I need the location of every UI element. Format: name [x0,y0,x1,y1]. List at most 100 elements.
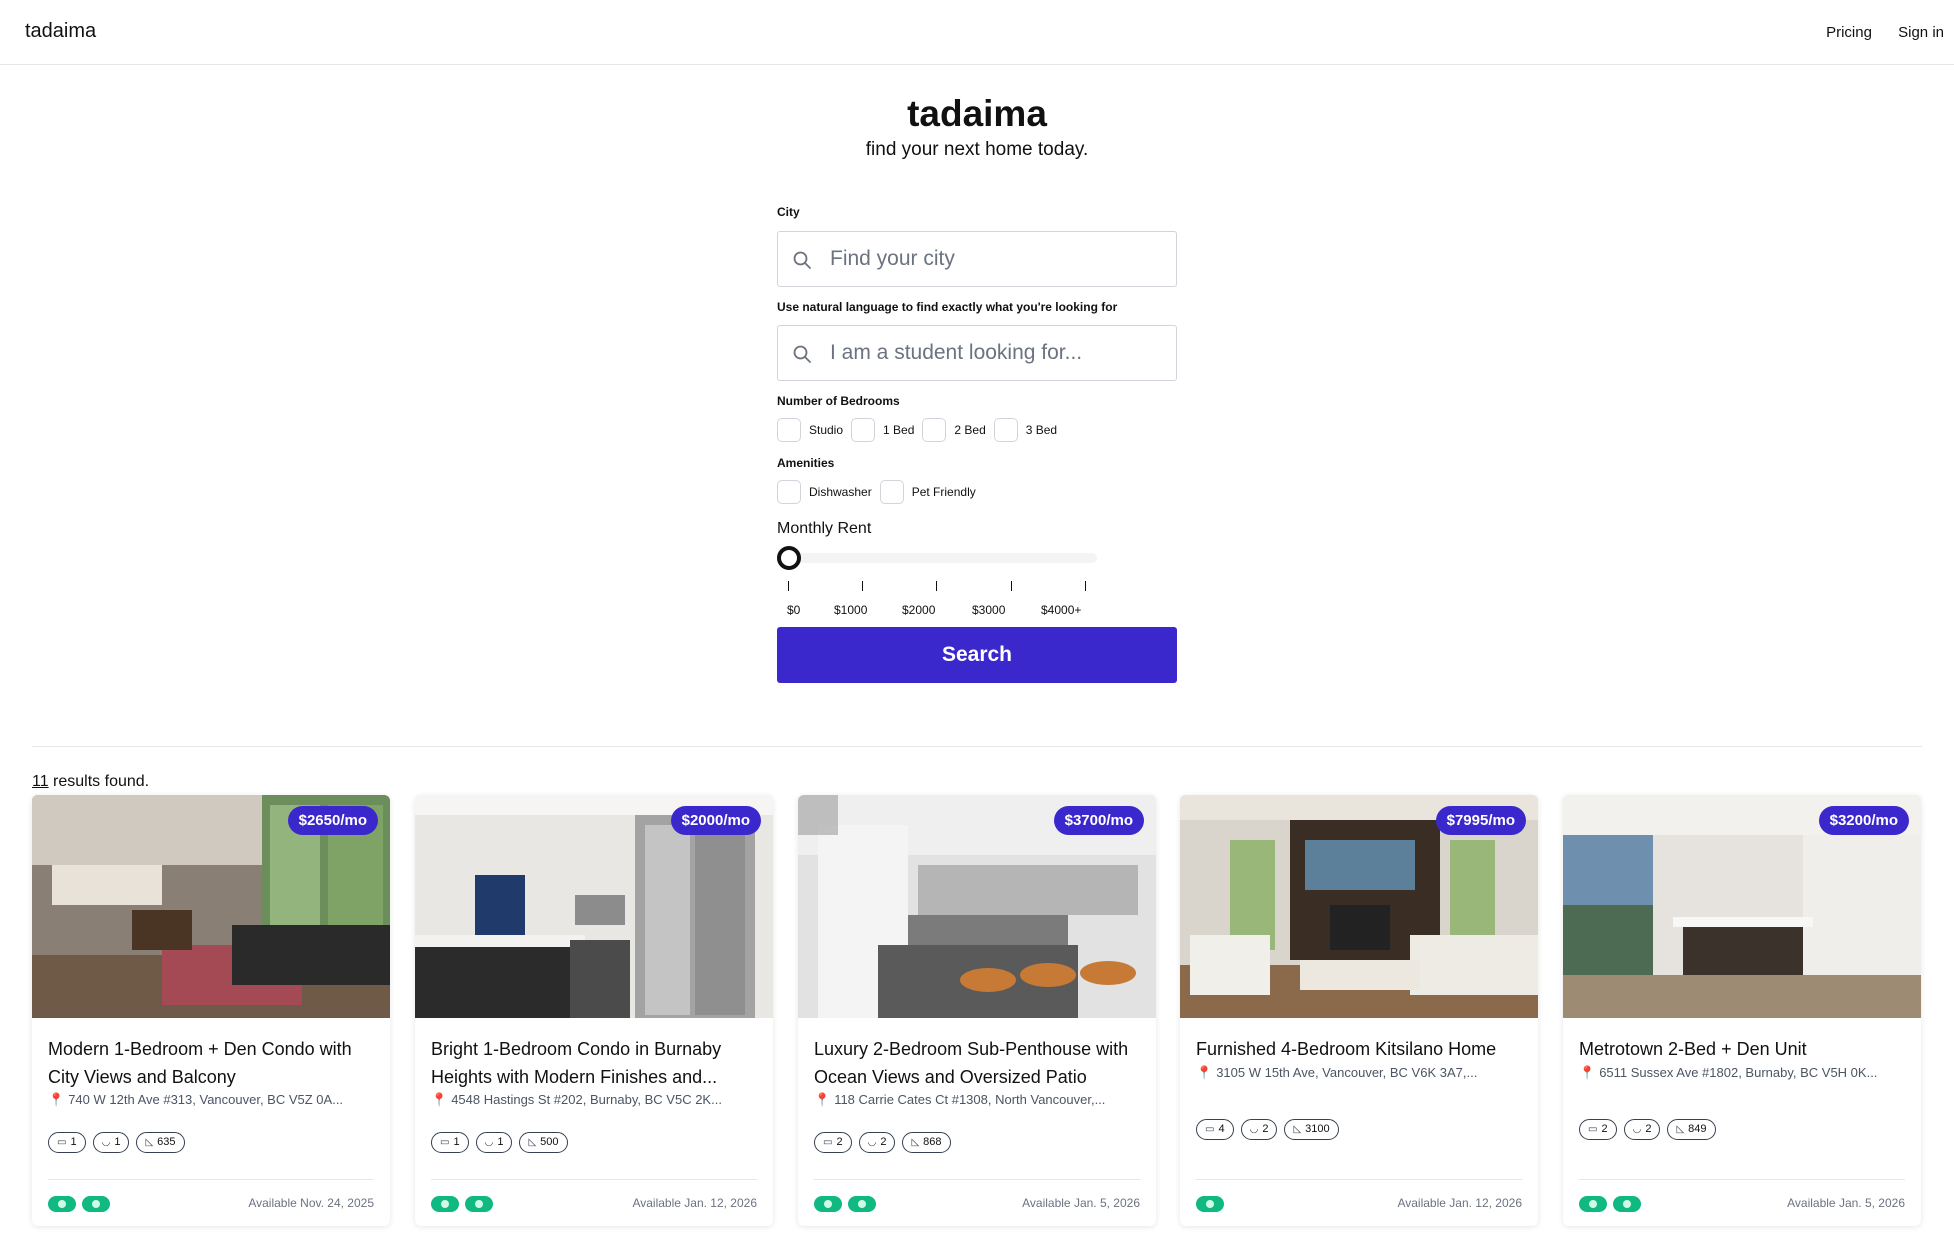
listing-card[interactable]: $3700/mo Luxury 2-Bedroom Sub-Penthouse … [798,795,1156,1226]
dishwasher-badge [48,1196,76,1212]
listing-photo[interactable]: $7995/mo [1180,795,1538,1018]
beds-value: 1 [70,1136,77,1148]
beds-chip: ▭ 4 [1196,1119,1234,1140]
area-icon: ◺ [145,1137,154,1148]
feature-badges [431,1196,499,1212]
checkbox[interactable] [777,480,801,504]
listing-title[interactable]: Metrotown 2-Bed + Den Unit [1579,1035,1909,1063]
rent-slider-track[interactable] [789,553,1097,563]
listing-title[interactable]: Furnished 4-Bedroom Kitsilano Home [1196,1035,1526,1063]
brand-logo[interactable]: tadaima [25,20,96,43]
card-divider [48,1179,374,1180]
dishwasher-badge [1196,1196,1224,1212]
map-pin-icon: 📍 [814,1092,831,1107]
listing-address: 📍 740 W 12th Ave #313, Vancouver, BC V5Z … [48,1092,378,1108]
rent-tick [1011,581,1012,591]
dishwasher-badge [1579,1196,1607,1212]
rent-tick-label: $0 [787,603,801,617]
beds-chip: ▭ 1 [48,1132,86,1153]
checkbox[interactable] [777,418,801,442]
listing-photo[interactable]: $3700/mo [798,795,1156,1018]
listing-card[interactable]: $2650/mo Modern 1-Bedroom + Den Condo wi… [32,795,390,1226]
sqft-value: 868 [923,1136,942,1148]
feature-badges [1196,1196,1230,1212]
sqft-value: 635 [157,1136,176,1148]
price-badge: $2650/mo [287,806,378,835]
availability-date: Available Jan. 5, 2026 [1022,1196,1140,1210]
search-button[interactable]: Search [777,627,1177,683]
listing-photo[interactable]: $2650/mo [32,795,390,1018]
amenities-options: Dishwasher Pet Friendly [777,480,984,504]
checkbox[interactable] [851,418,876,442]
checkbox[interactable] [922,418,947,442]
address-text: 740 W 12th Ave #313, Vancouver, BC V5Z 0… [68,1092,344,1107]
amenity-option-dishwasher[interactable]: Dishwasher [777,480,872,504]
listing-address: 📍 6511 Sussex Ave #1802, Burnaby, BC V5H … [1579,1065,1909,1081]
rent-tick [788,581,789,591]
results-count: 11 results found. [32,773,149,791]
listing-specs: ▭ 1 ◡ 1 ◺ 500 [431,1132,575,1153]
city-input[interactable] [830,242,1160,276]
nav-signin-link[interactable]: Sign in [1898,24,1944,41]
dishwasher-badge [431,1196,459,1212]
beds-value: 2 [1601,1123,1608,1135]
nav-pricing-link[interactable]: Pricing [1826,24,1872,41]
baths-chip: ◡ 2 [858,1132,896,1153]
listing-specs: ▭ 2 ◡ 2 ◺ 849 [1579,1119,1723,1140]
rent-tick-label: $1000 [834,603,868,617]
pet-friendly-badge [82,1196,110,1212]
listing-card[interactable]: $2000/mo Bright 1-Bedroom Condo in Burna… [415,795,773,1226]
bedroom-option-label: Studio [809,423,844,437]
natural-language-input[interactable] [830,336,1160,370]
beds-value: 1 [453,1136,460,1148]
bedroom-option-label: 2 Bed [954,423,986,437]
feature-badges [814,1196,882,1212]
area-icon: ◺ [528,1137,537,1148]
availability-date: Available Jan. 12, 2026 [1397,1196,1522,1210]
baths-chip: ◡ 2 [1240,1119,1278,1140]
rent-slider-thumb[interactable] [777,546,801,570]
bedroom-option-2-bed[interactable]: 2 Bed [922,418,986,442]
results-number: 11 [32,773,49,790]
address-text: 4548 Hastings St #202, Burnaby, BC V5C 2… [451,1092,722,1107]
city-label: City [777,205,800,219]
map-pin-icon: 📍 [1196,1065,1213,1080]
listing-title[interactable]: Luxury 2-Bedroom Sub-Penthouse with Ocea… [814,1035,1144,1091]
listing-card[interactable]: $7995/mo Furnished 4-Bedroom Kitsilano H… [1180,795,1538,1226]
bedroom-option-1-bed[interactable]: 1 Bed [851,418,914,442]
listing-address: 📍 118 Carrie Cates Ct #1308, North Vancou… [814,1092,1144,1108]
card-divider [431,1179,757,1180]
search-icon [793,345,811,363]
city-field [777,231,1177,287]
price-badge: $2000/mo [670,806,761,835]
map-pin-icon: 📍 [1579,1065,1596,1080]
baths-chip: ◡ 1 [92,1132,130,1153]
bedroom-option-studio[interactable]: Studio [777,418,843,442]
sqft-chip: ◺ 3100 [1284,1119,1339,1140]
availability-date: Available Jan. 5, 2026 [1787,1196,1905,1210]
listing-title[interactable]: Modern 1-Bedroom + Den Condo with City V… [48,1035,378,1091]
amenity-option-pet-friendly[interactable]: Pet Friendly [879,480,976,504]
beds-value: 2 [836,1136,843,1148]
feature-badges [1579,1196,1647,1212]
listing-title[interactable]: Bright 1-Bedroom Condo in Burnaby Height… [431,1035,761,1091]
section-divider [32,746,1922,747]
map-pin-icon: 📍 [431,1092,448,1107]
baths-value: 2 [880,1136,887,1148]
monthly-rent-label: Monthly Rent [777,520,872,537]
listing-photo[interactable]: $2000/mo [415,795,773,1018]
address-text: 118 Carrie Cates Ct #1308, North Vancouv… [834,1092,1106,1107]
checkbox[interactable] [879,480,904,504]
baths-chip: ◡ 1 [475,1132,513,1153]
bedroom-option-label: 3 Bed [1025,423,1058,437]
price-badge: $3700/mo [1053,806,1144,835]
bedroom-option-3-bed[interactable]: 3 Bed [993,418,1058,442]
price-badge: $7995/mo [1435,806,1526,835]
listing-card[interactable]: $3200/mo Metrotown 2-Bed + Den Unit 📍 651… [1563,795,1921,1226]
listing-photo[interactable]: $3200/mo [1563,795,1921,1018]
feature-badges [48,1196,116,1212]
checkbox[interactable] [993,418,1018,442]
amenity-option-label: Dishwasher [809,485,872,499]
listing-specs: ▭ 2 ◡ 2 ◺ 868 [814,1132,958,1153]
sqft-chip: ◺ 868 [902,1132,951,1153]
